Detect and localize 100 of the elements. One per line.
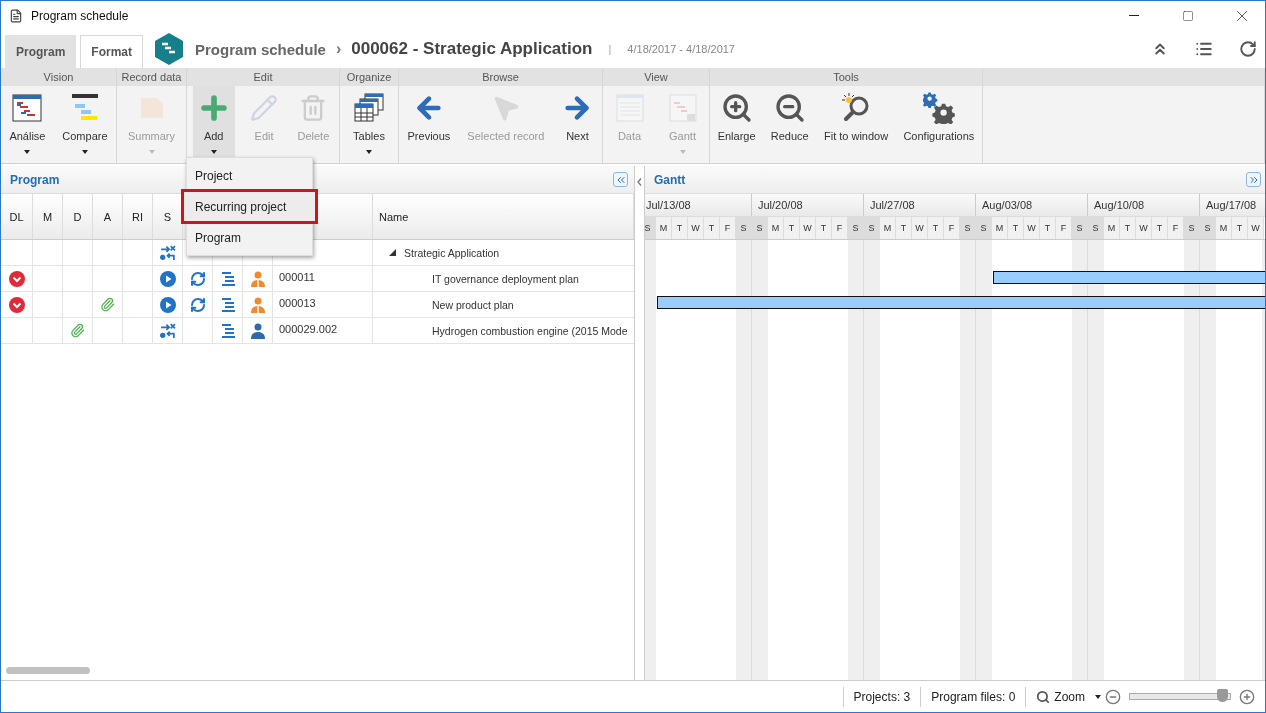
day-header: T (928, 217, 944, 239)
day-header: F (1168, 217, 1184, 239)
ribbon-button[interactable]: Reduce (766, 86, 813, 163)
collapse-button[interactable] (613, 172, 628, 187)
person-icon (249, 296, 266, 313)
group-label: Organize (346, 71, 392, 83)
person-icon (249, 322, 266, 339)
zoom-out-icon (773, 92, 806, 124)
day-header: W (800, 217, 816, 239)
day-header: T (1120, 217, 1136, 239)
swap-arrows-icon (159, 322, 176, 339)
refresh-icon (1239, 40, 1257, 58)
menu-item[interactable]: Project (187, 160, 312, 191)
record-name: Strategic Application (404, 246, 500, 259)
table-row[interactable]: 000013 New product plan (1, 292, 634, 318)
week-header: Aug/17/08 (1200, 194, 1265, 216)
group-label: Browse (482, 71, 519, 83)
day-header: T (1232, 217, 1248, 239)
menu-item[interactable]: Recurring project (183, 191, 316, 222)
window-title: Program schedule (31, 8, 130, 23)
ribbon-tab[interactable]: Program (5, 35, 77, 68)
week-header: Jul/27/08 (864, 194, 976, 216)
group-label: Edit (253, 71, 273, 83)
person-icon (249, 270, 266, 287)
title-divider: | (608, 43, 612, 55)
chart-window-icon (11, 92, 44, 124)
record-id: 000011 (279, 271, 315, 283)
panel-title: Gantt (654, 172, 686, 187)
day-header: M (1104, 217, 1120, 239)
day-header: S (848, 217, 864, 239)
day-header: S (1184, 217, 1200, 239)
zoom-out-icon[interactable] (1105, 688, 1121, 705)
ribbon-tab[interactable]: Format (80, 35, 144, 68)
ribbon-button[interactable]: Tables (349, 86, 389, 163)
ribbon-button[interactable]: Next (557, 86, 598, 163)
zoom-dropdown[interactable]: Zoom (1036, 689, 1101, 704)
date-range: 4/18/2017 - 4/18/2017 (627, 43, 735, 55)
ribbon-button[interactable]: Previous (403, 86, 455, 163)
column-header: M (42, 210, 53, 223)
day-header: M (656, 217, 672, 239)
cycle-arrows-icon (189, 270, 206, 287)
tables-icon (353, 92, 385, 124)
task-bars-icon (219, 296, 236, 313)
slider-thumb[interactable] (1217, 689, 1228, 702)
task-bars-icon (219, 270, 236, 287)
expand-button[interactable] (1246, 172, 1261, 187)
day-header: S (1088, 217, 1104, 239)
column-header: Name (379, 210, 409, 223)
day-header: S (1072, 217, 1088, 239)
expanded-triangle-icon[interactable] (389, 249, 396, 256)
day-header: W (1248, 217, 1264, 239)
day-header: W (1136, 217, 1152, 239)
day-header: T (784, 217, 800, 239)
day-header: T (704, 217, 720, 239)
table-row[interactable]: 000011 IT governance deployment plan (1, 266, 634, 292)
minimize-icon (1129, 15, 1139, 16)
ribbon-button[interactable]: Enlarge (713, 86, 760, 163)
week-header: Aug/03/08 (976, 194, 1088, 216)
group-label: Record data (121, 71, 182, 83)
day-header: T (896, 217, 912, 239)
column-header: D (73, 210, 82, 223)
week-header: Aug/10/08 (1088, 194, 1200, 216)
record-name: IT governance deployment plan (432, 272, 579, 285)
files-count: Program files: 0 (931, 689, 1016, 704)
group-label: Vision (43, 71, 74, 83)
section-title: Program schedule (195, 40, 326, 58)
swap-arrows-icon (159, 244, 176, 261)
scrollbar-thumb[interactable] (6, 667, 90, 674)
list-icon (1195, 40, 1213, 58)
panel-title: Program (10, 172, 60, 187)
breadcrumb-separator: › (335, 40, 342, 58)
day-header: W (1024, 217, 1040, 239)
zoom-in-icon[interactable] (1239, 688, 1255, 705)
document-icon (9, 8, 23, 23)
ribbon-button[interactable]: Análise (5, 86, 50, 163)
ribbon-button[interactable]: Compare (58, 86, 112, 163)
day-header: T (816, 217, 832, 239)
ribbon-button[interactable]: Configurations (899, 86, 979, 163)
day-header: T (1008, 217, 1024, 239)
day-header: T (1152, 217, 1168, 239)
search-icon (1036, 689, 1051, 704)
play-circle-icon (159, 270, 176, 287)
record-id: 000013 (279, 297, 316, 309)
group-label: View (644, 71, 668, 83)
day-header: F (720, 217, 736, 239)
day-header: S (736, 217, 752, 239)
column-header: S (163, 210, 172, 223)
week-header: Jul/13/08 (645, 194, 752, 216)
day-header: S (960, 217, 976, 239)
day-header: S (1200, 217, 1216, 239)
day-header: F (944, 217, 960, 239)
week-header: Jul/20/08 (752, 194, 864, 216)
table-icon (613, 92, 646, 124)
table-row[interactable]: 000029.002 Hydrogen combustion engine (2015 Mode (1, 318, 634, 344)
record-name: Hydrogen combustion engine (2015 Mode (432, 324, 628, 337)
column-header: DL (9, 210, 24, 223)
record-title: 000062 - Strategic Application (351, 39, 593, 59)
day-header: M (768, 217, 784, 239)
ribbon-button[interactable]: Fit to window (819, 86, 893, 163)
day-header: S (645, 217, 656, 239)
